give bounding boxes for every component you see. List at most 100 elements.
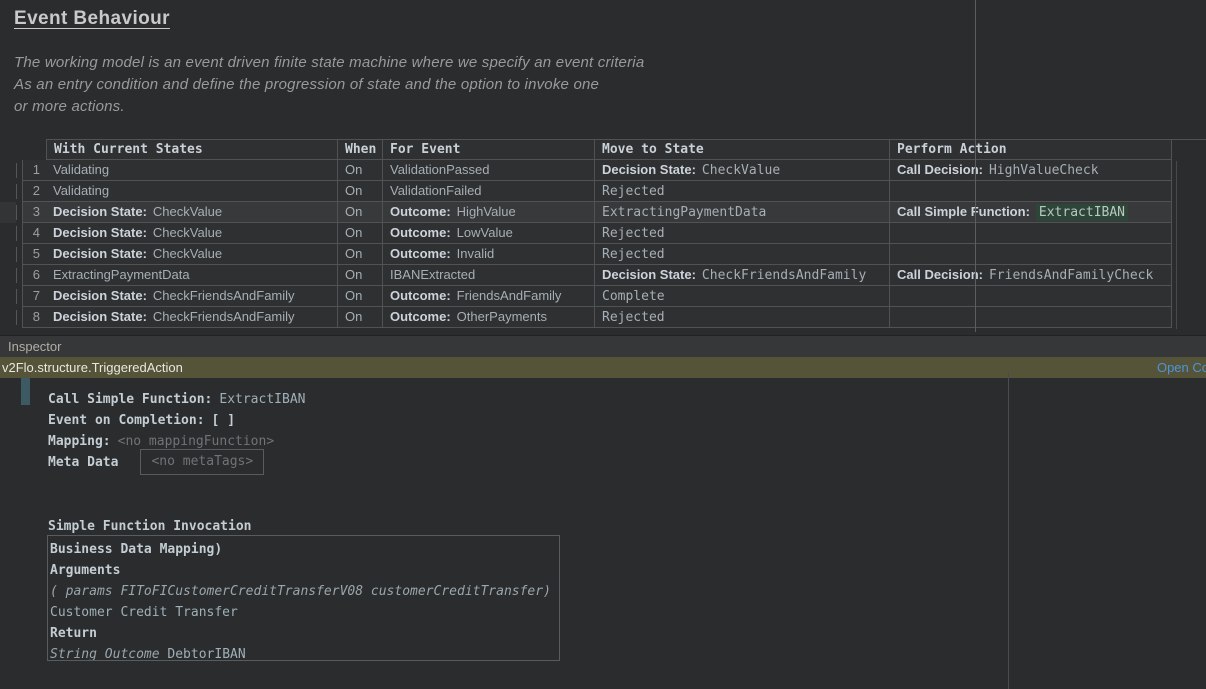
cell-when[interactable]: On [338, 223, 383, 244]
current-state-value[interactable]: Validating [53, 162, 109, 177]
cell-perform-action[interactable]: Call Simple Function:ExtractIBAN [890, 202, 1172, 223]
cell-perform-action[interactable]: Call Decision:HighValueCheck [890, 160, 1172, 181]
move-value[interactable]: Rejected [602, 310, 665, 325]
cell-perform-action[interactable] [890, 286, 1172, 307]
open-concept-link[interactable]: Open Co [1157, 357, 1206, 378]
cell-perform-action[interactable]: Call Decision:FriendsAndFamilyCheck [890, 265, 1172, 286]
cell-move-to-state[interactable]: Rejected [595, 244, 890, 265]
row-drag-handle[interactable] [16, 160, 22, 181]
when-value[interactable]: On [345, 183, 362, 198]
cell-move-to-state[interactable]: Decision State:CheckValue [595, 160, 890, 181]
table-row[interactable]: 6 ExtractingPaymentData On IBANExtracted… [16, 265, 1172, 286]
when-value[interactable]: On [345, 309, 362, 324]
event-value[interactable]: LowValue [457, 225, 513, 240]
action-value[interactable]: ExtractIBAN [1036, 204, 1128, 221]
row-drag-handle[interactable] [16, 223, 22, 244]
when-value[interactable]: On [345, 225, 362, 240]
cell-for-event[interactable]: Outcome:FriendsAndFamily [383, 286, 595, 307]
row-drag-handle[interactable] [16, 181, 22, 202]
cell-for-event[interactable]: Outcome:OtherPayments [383, 307, 595, 328]
action-value[interactable]: HighValueCheck [989, 163, 1099, 178]
table-row[interactable]: 8 Decision State:CheckFriendsAndFamily O… [16, 307, 1172, 328]
event-value[interactable]: ValidationFailed [390, 183, 482, 198]
function-signature-box[interactable]: Business Data Mapping) Arguments ( param… [47, 535, 560, 661]
row-drag-handle[interactable] [16, 307, 22, 328]
meta-tags-box[interactable]: <no metaTags> [140, 449, 264, 475]
when-value[interactable]: On [345, 162, 362, 177]
inspector-panel-header[interactable]: Inspector [0, 335, 1206, 357]
cell-for-event[interactable]: ValidationPassed [383, 160, 595, 181]
cell-for-event[interactable]: Outcome:Invalid [383, 244, 595, 265]
current-state-value[interactable]: CheckValue [153, 225, 222, 240]
row-drag-handle[interactable] [16, 286, 22, 307]
cell-for-event[interactable]: IBANExtracted [383, 265, 595, 286]
when-value[interactable]: On [345, 246, 362, 261]
cell-for-event[interactable]: ValidationFailed [383, 181, 595, 202]
cell-when[interactable]: On [338, 181, 383, 202]
cell-current-state[interactable]: Decision State:CheckValue [46, 202, 338, 223]
current-state-value[interactable]: CheckValue [153, 246, 222, 261]
prop-value[interactable]: <no mappingFunction> [118, 434, 275, 449]
move-value[interactable]: Rejected [602, 184, 665, 199]
event-value[interactable]: Invalid [457, 246, 495, 261]
current-state-value[interactable]: CheckFriendsAndFamily [153, 309, 295, 324]
cell-when[interactable]: On [338, 244, 383, 265]
action-value[interactable]: FriendsAndFamilyCheck [989, 268, 1153, 283]
prop-value[interactable]: ExtractIBAN [219, 392, 305, 407]
table-row[interactable]: 2 Validating On ValidationFailed Rejecte… [16, 181, 1172, 202]
cell-move-to-state[interactable]: Rejected [595, 223, 890, 244]
event-value[interactable]: OtherPayments [457, 309, 547, 324]
table-row[interactable]: 5 Decision State:CheckValue On Outcome:I… [16, 244, 1172, 265]
move-value[interactable]: CheckFriendsAndFamily [702, 268, 866, 283]
table-row[interactable]: 4 Decision State:CheckValue On Outcome:L… [16, 223, 1172, 244]
cell-when[interactable]: On [338, 202, 383, 223]
inspector-pane-divider[interactable] [1008, 371, 1009, 689]
row-drag-handle[interactable] [16, 202, 22, 223]
cell-move-to-state[interactable]: Complete [595, 286, 890, 307]
cell-perform-action[interactable] [890, 307, 1172, 328]
cell-move-to-state[interactable]: Rejected [595, 307, 890, 328]
current-state-value[interactable]: Validating [53, 183, 109, 198]
table-row[interactable]: 1 Validating On ValidationPassed Decisio… [16, 160, 1172, 181]
cell-current-state[interactable]: Decision State:CheckValue [46, 223, 338, 244]
cell-current-state[interactable]: Validating [46, 181, 338, 202]
move-value[interactable]: ExtractingPaymentData [602, 205, 766, 220]
table-row[interactable]: 3 Decision State:CheckValue On Outcome:H… [16, 202, 1172, 223]
current-state-value[interactable]: ExtractingPaymentData [53, 267, 190, 282]
event-value[interactable]: HighValue [457, 204, 516, 219]
cell-perform-action[interactable] [890, 181, 1172, 202]
prop-value[interactable]: [ ] [212, 413, 235, 428]
current-state-value[interactable]: CheckValue [153, 204, 222, 219]
row-drag-handle[interactable] [16, 265, 22, 286]
row-drag-handle[interactable] [16, 244, 22, 265]
move-value[interactable]: CheckValue [702, 163, 780, 178]
when-value[interactable]: On [345, 267, 362, 282]
when-value[interactable]: On [345, 288, 362, 303]
event-value[interactable]: FriendsAndFamily [457, 288, 562, 303]
cell-current-state[interactable]: Decision State:CheckValue [46, 244, 338, 265]
cell-perform-action[interactable] [890, 223, 1172, 244]
cell-for-event[interactable]: Outcome:LowValue [383, 223, 595, 244]
cell-for-event[interactable]: Outcome:HighValue [383, 202, 595, 223]
event-value[interactable]: IBANExtracted [390, 267, 475, 282]
when-value[interactable]: On [345, 204, 362, 219]
cell-when[interactable]: On [338, 160, 383, 181]
cell-when[interactable]: On [338, 307, 383, 328]
table-row[interactable]: 7 Decision State:CheckFriendsAndFamily O… [16, 286, 1172, 307]
editor-pane-divider[interactable] [975, 0, 976, 332]
cell-current-state[interactable]: ExtractingPaymentData [46, 265, 338, 286]
event-value[interactable]: ValidationPassed [390, 162, 490, 177]
cell-move-to-state[interactable]: ExtractingPaymentData [595, 202, 890, 223]
cell-perform-action[interactable] [890, 244, 1172, 265]
cell-current-state[interactable]: Decision State:CheckFriendsAndFamily [46, 307, 338, 328]
inspector-breadcrumb-bar[interactable]: v2Flo.structure.TriggeredAction Open Co [0, 357, 1206, 378]
move-value[interactable]: Rejected [602, 226, 665, 241]
move-value[interactable]: Complete [602, 289, 665, 304]
current-state-value[interactable]: CheckFriendsAndFamily [153, 288, 295, 303]
cell-move-to-state[interactable]: Rejected [595, 181, 890, 202]
cell-when[interactable]: On [338, 265, 383, 286]
cell-when[interactable]: On [338, 286, 383, 307]
cell-move-to-state[interactable]: Decision State:CheckFriendsAndFamily [595, 265, 890, 286]
cell-current-state[interactable]: Validating [46, 160, 338, 181]
cell-current-state[interactable]: Decision State:CheckFriendsAndFamily [46, 286, 338, 307]
